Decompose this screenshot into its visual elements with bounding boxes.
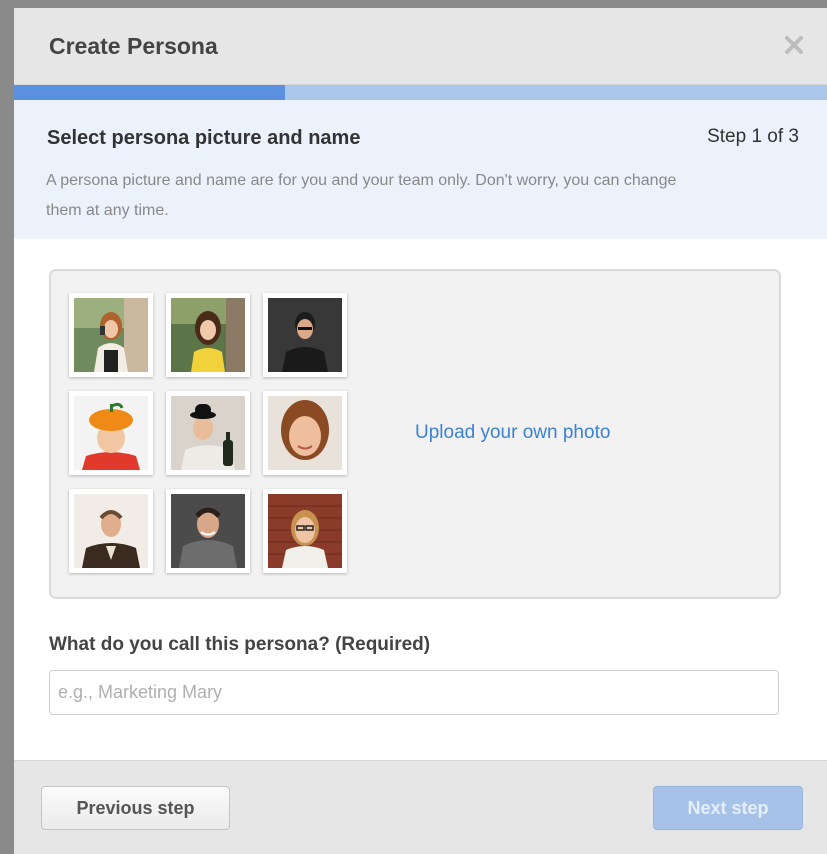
woman-phone-avatar-icon: [74, 298, 148, 372]
close-icon[interactable]: [783, 34, 805, 56]
step-counter: Step 1 of 3: [707, 126, 799, 147]
photo-picker: Upload your own photo: [49, 269, 781, 599]
persona-photo-man-suit[interactable]: [69, 489, 153, 573]
persona-photo-man-hoodie[interactable]: [166, 489, 250, 573]
persona-photo-woman-bangs[interactable]: [263, 391, 347, 475]
man-bowler-hat-avatar-icon: [171, 396, 245, 470]
step-description: A persona picture and name are for you a…: [46, 172, 677, 219]
step-heading: Select persona picture and name: [47, 127, 361, 149]
persona-name-input[interactable]: [49, 670, 779, 715]
step-intro: Select persona picture and name Step 1 o…: [14, 100, 827, 239]
persona-photo-woman-glasses-brick[interactable]: [263, 489, 347, 573]
man-dark-avatar-icon: [268, 298, 342, 372]
previous-step-button[interactable]: Previous step: [41, 786, 230, 830]
woman-glasses-brick-avatar-icon: [268, 494, 342, 568]
dialog-title: Create Persona: [49, 33, 218, 59]
next-step-button[interactable]: Next step: [653, 786, 803, 830]
create-persona-dialog: Create Persona Select persona picture an…: [14, 8, 827, 854]
woman-yellow-avatar-icon: [171, 298, 245, 372]
persona-photo-boy-pumpkin-hat[interactable]: [69, 391, 153, 475]
dialog-header: Create Persona: [14, 8, 827, 85]
man-suit-avatar-icon: [74, 494, 148, 568]
upload-photo-link[interactable]: Upload your own photo: [415, 422, 610, 444]
man-hoodie-avatar-icon: [171, 494, 245, 568]
photo-grid: [69, 293, 347, 573]
persona-photo-man-bowler-hat[interactable]: [166, 391, 250, 475]
persona-photo-man-dark[interactable]: [263, 293, 347, 377]
woman-bangs-avatar-icon: [268, 396, 342, 470]
progress-bar: [14, 85, 827, 100]
persona-photo-woman-yellow[interactable]: [166, 293, 250, 377]
boy-pumpkin-hat-avatar-icon: [74, 396, 148, 470]
persona-photo-woman-phone[interactable]: [69, 293, 153, 377]
dialog-footer: Previous step Next step: [14, 760, 827, 854]
persona-name-label: What do you call this persona? (Required…: [49, 634, 431, 655]
progress-bar-fill: [14, 85, 285, 100]
